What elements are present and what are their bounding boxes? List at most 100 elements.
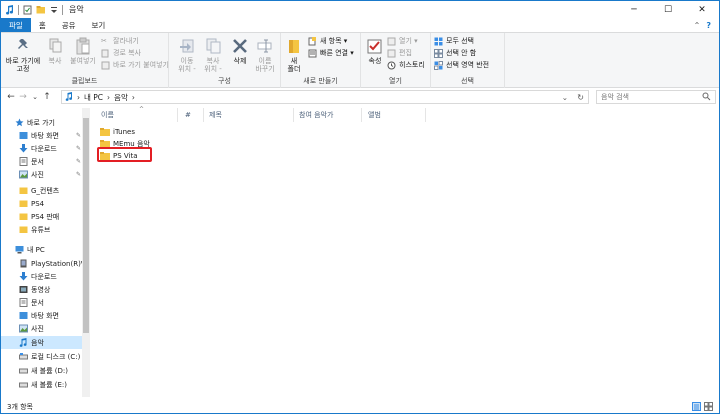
nav-item-folder[interactable]: 유튜브 (1, 223, 89, 236)
quick-access-toolbar (1, 1, 63, 18)
help-button[interactable]: ? (706, 21, 711, 30)
nav-item-folder[interactable]: PS4 판매 (1, 210, 89, 223)
rename-button[interactable]: 이름 바꾸기 (253, 37, 277, 73)
up-button[interactable]: ↑ (41, 92, 53, 102)
new-item-icon (308, 36, 317, 46)
column-header-album[interactable]: 앨범 (368, 108, 381, 122)
properties-button[interactable]: 속성 (364, 37, 386, 65)
history-button[interactable]: 히스토리 (387, 60, 425, 70)
nav-item-volume-e[interactable]: 새 볼륨 (E:) (1, 378, 89, 391)
copy-button[interactable]: 복사 (44, 37, 66, 65)
tab-share[interactable]: 공유 (54, 18, 84, 32)
delete-button[interactable]: 삭제 (229, 37, 251, 65)
pin-icon: ✎ (75, 132, 81, 139)
select-none-icon (434, 48, 443, 58)
column-header-name[interactable]: 이름 (101, 108, 114, 122)
select-none-button[interactable]: 선택 안 함 (434, 48, 476, 58)
tab-home[interactable]: 홈 (31, 18, 54, 32)
nav-item-videos[interactable]: 동영상 (1, 283, 89, 296)
group-label-select: 선택 (461, 77, 474, 85)
nav-item-music[interactable]: 음악 (1, 336, 89, 349)
nav-item-pictures[interactable]: 사진 (1, 322, 89, 335)
details-view-button[interactable] (692, 402, 701, 411)
open-button[interactable]: 열기 ▾ (387, 36, 418, 46)
properties-icon[interactable] (23, 5, 32, 15)
copy-path-icon (101, 49, 110, 58)
large-icons-view-button[interactable] (704, 402, 713, 411)
search-icon (702, 92, 711, 103)
new-folder-icon[interactable] (36, 5, 45, 15)
paste-button[interactable]: 붙여넣기 (68, 37, 98, 65)
new-item-button[interactable]: 새 항목 ▾ (308, 36, 347, 46)
edit-icon (387, 49, 396, 58)
refresh-button[interactable]: ↻ (577, 93, 584, 102)
tab-file[interactable]: 파일 (1, 18, 31, 32)
file-list: ^ 이름 # 제목 참여 음악가 앨범 iTunes MEmu 음악 PS Vi… (95, 106, 717, 400)
column-header-number[interactable]: # (185, 108, 191, 122)
nav-item-folder[interactable]: G_컨텐츠 (1, 184, 89, 197)
new-group: 새 폴더 새 항목 ▾ 빠른 연결 ▾ 새로 만들기 (281, 33, 361, 88)
title-bar: 음악 ─ ☐ ✕ (1, 1, 719, 18)
breadcrumb-music[interactable]: 음악 (114, 92, 128, 103)
sort-arrow-icon: ^ (139, 106, 145, 113)
column-header-title[interactable]: 제목 (209, 108, 222, 122)
collapse-ribbon-button[interactable]: ⌃ (694, 21, 701, 30)
paste-shortcut-button[interactable]: 바로 가기 붙여넣기 (101, 60, 169, 70)
maximize-button[interactable]: ☐ (651, 1, 685, 18)
recent-locations-button[interactable]: ⌄ (29, 93, 41, 101)
cut-button[interactable]: ✂ 잘라내기 (101, 36, 139, 46)
highlight-box (97, 147, 152, 162)
invert-selection-button[interactable]: 선택 영역 반전 (434, 60, 489, 70)
clipboard-group: 바로 가기에 고정 복사 붙여넣기 ✂ 잘라내기 경로 복사 바로 가기 붙여넣기… (1, 33, 169, 88)
close-button[interactable]: ✕ (685, 1, 719, 18)
desktop-icon (19, 132, 28, 139)
back-button[interactable]: ← (5, 92, 17, 102)
drive-icon (19, 353, 28, 360)
nav-item-this-pc[interactable]: 내 PC (1, 243, 89, 256)
pin-quick-access-button[interactable]: 바로 가기에 고정 (5, 37, 41, 73)
desktop-icon (19, 312, 28, 319)
group-label-open: 열기 (389, 77, 402, 85)
forward-button[interactable]: → (17, 92, 29, 102)
nav-item-desktop[interactable]: 바탕 화면 (1, 309, 89, 322)
nav-item-quick-access[interactable]: 바로 가기 (1, 116, 89, 129)
nav-item-pictures[interactable]: 사진 ✎ (1, 168, 89, 181)
drive-icon (19, 382, 28, 388)
download-icon (19, 272, 28, 281)
nav-item-documents[interactable]: 문서 ✎ (1, 155, 89, 168)
music-note-icon (5, 4, 14, 15)
address-box[interactable]: › 내 PC › 음악 › ⌄ ↻ (61, 90, 589, 104)
folder-icon (19, 187, 28, 194)
nav-item-folder[interactable]: PS4 (1, 197, 89, 210)
nav-item-local-disk-c[interactable]: 로컬 디스크 (C:) (1, 350, 89, 363)
nav-scrollbar-thumb[interactable] (83, 118, 89, 333)
tab-view[interactable]: 보기 (84, 18, 114, 32)
nav-item-documents[interactable]: 문서 (1, 296, 89, 309)
video-icon (19, 286, 28, 293)
nav-item-downloads[interactable]: 다운로드 ✎ (1, 142, 89, 155)
nav-item-downloads[interactable]: 다운로드 (1, 270, 89, 283)
select-all-button[interactable]: 모두 선택 (434, 36, 474, 46)
nav-scrollbar[interactable] (82, 108, 90, 397)
organize-group: 이동 위치 - 복사 위치 - 삭제 이름 바꾸기 구성 (169, 33, 281, 88)
copy-to-button[interactable]: 복사 위치 - (201, 37, 225, 73)
easy-access-button[interactable]: 빠른 연결 ▾ (308, 48, 354, 58)
properties-check-icon (367, 39, 382, 54)
nav-item-volume-d[interactable]: 새 볼륨 (D:) (1, 364, 89, 377)
edit-button[interactable]: 편집 (387, 48, 412, 58)
move-to-button[interactable]: 이동 위치 - (175, 37, 199, 73)
nav-item-playstation[interactable]: PlayStation(R)Vi (1, 257, 89, 270)
document-icon (19, 298, 28, 307)
breadcrumb-this-pc[interactable]: 내 PC (84, 92, 103, 103)
delete-icon (233, 39, 247, 53)
list-item[interactable]: iTunes (100, 126, 180, 138)
search-box[interactable]: 음악 검색 (596, 90, 716, 104)
nav-item-desktop[interactable]: 바탕 화면 ✎ (1, 129, 89, 142)
column-header-artist[interactable]: 참여 음악가 (299, 108, 333, 122)
copy-path-button[interactable]: 경로 복사 (101, 48, 141, 58)
address-dropdown-button[interactable]: ⌄ (562, 93, 568, 102)
minimize-button[interactable]: ─ (617, 1, 651, 18)
search-input[interactable]: 음악 검색 (601, 92, 629, 102)
new-folder-button[interactable]: 새 폴더 (284, 37, 304, 73)
customize-toolbar-icon[interactable] (49, 5, 58, 15)
